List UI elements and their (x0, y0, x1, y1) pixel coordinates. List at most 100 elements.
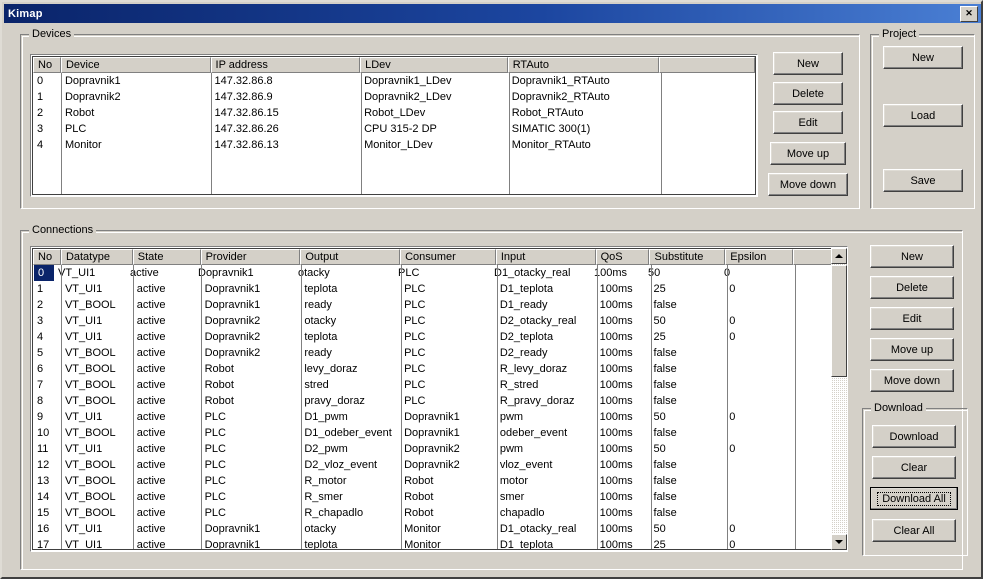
project-load-button[interactable]: Load (883, 104, 963, 127)
devices-edit-button[interactable]: Edit (773, 111, 843, 134)
table-cell: D2_vloz_event (304, 459, 378, 471)
table-cell: 147.32.86.26 (214, 123, 279, 135)
scroll-down-arrow-icon[interactable] (831, 534, 847, 550)
download-label: Download (889, 430, 939, 443)
table-cell: Dopravnik1 (204, 539, 261, 550)
table-cell: VT_BOOL (64, 427, 116, 439)
column-divider (497, 265, 498, 549)
column-header-consumer[interactable]: Consumer (400, 249, 496, 265)
download-button[interactable]: Download (872, 425, 956, 448)
table-cell (725, 473, 793, 489)
table-row[interactable]: 8 VT_BOOL active Robot pravy_doraz PLC R_pravy… (33, 393, 845, 409)
table-cell: 25 (653, 539, 666, 550)
table-cell: 0 (729, 315, 736, 327)
column-header-rtauto[interactable]: RTAuto (507, 57, 660, 73)
column-header-datatype[interactable]: Datatype (60, 249, 133, 265)
table-cell: otacky (304, 315, 337, 327)
table-row[interactable]: 13 VT_BOOL active PLC R_motor Robot motor 100ms… (33, 473, 845, 489)
table-cell: 100ms (599, 299, 633, 311)
table-cell: active (136, 379, 166, 391)
table-row[interactable]: 1 VT_UI1 active Dopravnik1 teplota PLC D1_tepl… (33, 281, 845, 297)
table-row[interactable]: 17 VT_UI1 active Dopravnik1 teplota Monitor D1… (33, 537, 845, 550)
connections-new-button[interactable]: New (870, 245, 954, 268)
table-cell: VT_UI1 (64, 523, 103, 535)
table-row[interactable]: 0 VT_UI1 active Dopravnik1 otacky PLC D1_otack… (33, 265, 845, 281)
devices-move-up-button[interactable]: Move up (770, 142, 846, 165)
column-header-epsilon[interactable]: Epsilon (725, 249, 794, 265)
column-header-provider[interactable]: Provider (200, 249, 301, 265)
table-cell: R_smer (304, 491, 343, 503)
connections-move-up-button[interactable]: Move up (870, 338, 954, 361)
table-row[interactable]: 10 VT_BOOL active PLC D1_odeber_event Dopravn… (33, 425, 845, 441)
table-cell: Robot (204, 363, 234, 375)
table-cell: R_chapadlo (304, 507, 364, 519)
table-row[interactable]: 15 VT_BOOL active PLC R_chapadlo Robot chapadl… (33, 505, 845, 521)
table-row[interactable]: 1 Dopravnik2 147.32.86.9 Dopravnik2_LDev Dop… (33, 89, 755, 105)
table-cell: active (136, 283, 166, 295)
table-row[interactable]: 6 VT_BOOL active Robot levy_doraz PLC R_levy_d… (33, 361, 845, 377)
table-cell (725, 393, 793, 409)
table-row[interactable]: 9 VT_UI1 active PLC D1_pwm Dopravnik1 pwm 100ms… (33, 409, 845, 425)
table-cell: Monitor (64, 139, 102, 151)
table-row[interactable]: 3 VT_UI1 active Dopravnik2 otacky PLC D2_otack… (33, 313, 845, 329)
column-divider (727, 265, 728, 549)
column-header-substitute[interactable]: Substitute (649, 249, 726, 265)
scrollbar-thumb[interactable] (831, 265, 847, 377)
connections-scrollbar[interactable] (831, 248, 847, 550)
connections-edit-button[interactable]: Edit (870, 307, 954, 330)
column-header-output[interactable]: Output (300, 249, 401, 265)
column-header-device[interactable]: Device (60, 57, 211, 73)
table-row[interactable]: 2 VT_BOOL active Dopravnik1 ready PLC D1_ready… (33, 297, 845, 313)
connections-move-down-button[interactable]: Move down (870, 369, 954, 392)
table-row[interactable]: 2 Robot 147.32.86.15 Robot_LDev Robot_RTAuto (33, 105, 755, 121)
column-header-no[interactable]: No (33, 57, 61, 73)
project-save-button[interactable]: Save (883, 169, 963, 192)
table-row[interactable]: 4 Monitor 147.32.86.13 Monitor_LDev Monitor_… (33, 137, 755, 153)
column-header-ldev[interactable]: LDev (360, 57, 508, 73)
table-cell: pravy_doraz (304, 395, 365, 407)
connections-delete-button[interactable]: Delete (870, 276, 954, 299)
table-row[interactable]: 14 VT_BOOL active PLC R_smer Robot smer 100ms fa… (33, 489, 845, 505)
table-cell: PLC (404, 363, 426, 375)
table-cell (725, 489, 793, 505)
column-header-no[interactable]: No (33, 249, 61, 265)
scroll-up-arrow-icon[interactable] (831, 248, 847, 264)
clear-button[interactable]: Clear (872, 456, 956, 479)
project-new-button[interactable]: New (883, 46, 963, 69)
devices-table[interactable]: No Device IP address LDev RTAuto 0 Dopravnik1 1… (30, 54, 758, 197)
devices-new-button[interactable]: New (773, 52, 843, 75)
connections-table[interactable]: No Datatype State Provider Output Consumer Inp… (30, 246, 848, 552)
table-cell: active (136, 523, 166, 535)
column-header-input[interactable]: Input (495, 249, 596, 265)
table-row[interactable]: 11 VT_UI1 active PLC D2_pwm Dopravnik2 pwm 100m… (33, 441, 845, 457)
close-icon[interactable]: ✕ (960, 5, 978, 22)
table-cell (659, 137, 755, 153)
table-cell: 50 (653, 411, 666, 423)
table-row[interactable]: 0 Dopravnik1 147.32.86.8 Dopravnik1_LDev Dop… (33, 73, 755, 89)
table-row[interactable]: 16 VT_UI1 active Dopravnik1 otacky Monitor D1_… (33, 521, 845, 537)
download-all-button[interactable]: Download All (870, 487, 958, 510)
table-header-row: No Device IP address LDev RTAuto (33, 57, 755, 73)
table-cell: 0 (34, 265, 54, 281)
table-row[interactable]: 5 VT_BOOL active Dopravnik2 ready PLC D2_ready… (33, 345, 845, 361)
column-header-qos[interactable]: QoS (595, 249, 650, 265)
devices-move-down-button[interactable]: Move down (768, 173, 848, 196)
column-header-state[interactable]: State (132, 249, 201, 265)
table-cell: 50 (653, 443, 666, 455)
table-cell: 0 (37, 75, 44, 87)
table-row[interactable]: 3 PLC 147.32.86.26 CPU 315-2 DP SIMATIC 300(… (33, 121, 755, 137)
table-row[interactable]: 4 VT_UI1 active Dopravnik2 teplota PLC D2_tepl… (33, 329, 845, 345)
column-header-ip-address[interactable]: IP address (210, 57, 361, 73)
table-cell: active (136, 539, 166, 550)
table-cell: PLC (204, 491, 226, 503)
download-all-label: Download All (877, 491, 951, 506)
column-header-blank[interactable] (659, 57, 755, 73)
table-row[interactable]: 12 VT_BOOL active PLC D2_vloz_event Dopravnik… (33, 457, 845, 473)
devices-delete-button[interactable]: Delete (773, 82, 843, 105)
table-cell: false (653, 475, 677, 487)
column-divider (401, 265, 402, 549)
table-cell: 17 (37, 539, 50, 550)
table-cell: VT_UI1 (64, 331, 103, 343)
table-row[interactable]: 7 VT_BOOL active Robot stred PLC R_stred 100ms f… (33, 377, 845, 393)
clear-all-button[interactable]: Clear All (872, 519, 956, 542)
